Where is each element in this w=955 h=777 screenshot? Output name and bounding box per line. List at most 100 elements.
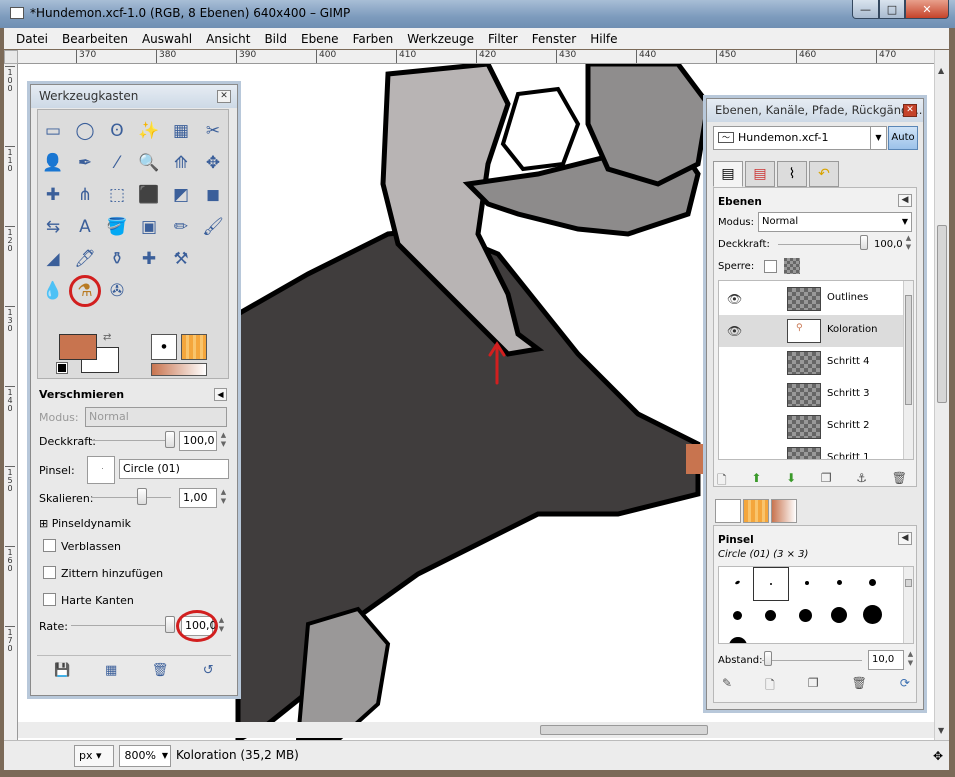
shear-tool-icon[interactable]: ◩ (165, 179, 197, 211)
minimize-button[interactable]: — (852, 0, 879, 19)
brush-item[interactable] (733, 611, 742, 620)
deckkraft-input[interactable]: 100,0 (179, 431, 217, 451)
scale-tool-icon[interactable]: ⬛ (133, 179, 165, 211)
airbrush-tool-icon[interactable]: 🖊 (69, 243, 101, 275)
dodge-burn-tool-icon[interactable]: ✇ (101, 275, 133, 307)
horizontal-scrollbar[interactable] (18, 722, 934, 738)
brush-item[interactable] (837, 580, 842, 585)
brush-grid-scrollbar[interactable] (903, 567, 913, 643)
pinsel-preview-button[interactable]: · (87, 456, 115, 484)
heal-tool-icon[interactable]: ⚒ (165, 243, 197, 275)
scroll-down-icon[interactable]: ▼ (938, 726, 944, 735)
deckkraft-slider[interactable] (165, 431, 175, 448)
menu-filter[interactable]: Filter (488, 32, 518, 46)
brushes-menu-icon[interactable]: ◀ (898, 532, 912, 545)
eraser-tool-icon[interactable]: ◢ (37, 243, 69, 275)
default-colors-icon[interactable] (56, 362, 68, 374)
pencil-tool-icon[interactable]: ✏ (165, 211, 197, 243)
new-layer-icon[interactable]: 🗋 (717, 471, 727, 492)
tab-gradients[interactable] (771, 499, 797, 523)
flip-tool-icon[interactable]: ⇆ (37, 211, 69, 243)
rate-slider[interactable] (165, 616, 175, 633)
zittern-checkbox[interactable] (43, 566, 56, 579)
rotate-tool-icon[interactable]: ⬚ (101, 179, 133, 211)
eye-icon[interactable]: 👁 (727, 324, 742, 338)
align-tool-icon[interactable]: ✚ (37, 179, 69, 211)
brush-item[interactable] (734, 579, 741, 586)
skalieren-track[interactable] (91, 497, 171, 498)
paintbrush-tool-icon[interactable]: 🖌 (197, 211, 229, 243)
vertical-scrollbar[interactable]: ▲ ▼ (934, 50, 949, 740)
ebenen-deckkraft-slider[interactable] (860, 235, 868, 250)
lower-layer-icon[interactable]: ⬇ (786, 471, 796, 492)
close-button[interactable]: ✕ (905, 0, 949, 19)
brush-item[interactable] (765, 610, 776, 621)
menu-auswahl[interactable]: Auswahl (142, 32, 192, 46)
menu-datei[interactable]: Datei (16, 32, 48, 46)
color-select-tool-icon[interactable]: ▦ (165, 115, 197, 147)
new-brush-icon[interactable]: 🗋 (765, 676, 775, 697)
perspective-tool-icon[interactable]: ◼ (197, 179, 229, 211)
menu-fenster[interactable]: Fenster (532, 32, 577, 46)
blur-tool-icon[interactable]: 💧 (37, 275, 69, 307)
menu-ebene[interactable]: Ebene (301, 32, 339, 46)
layer-row-koloration[interactable]: 👁 ⚲ Koloration (719, 315, 905, 347)
skalieren-input[interactable]: 1,00 (179, 488, 217, 508)
brush-item[interactable] (869, 579, 876, 586)
brush-item[interactable] (863, 605, 882, 624)
rate-track[interactable] (71, 625, 171, 626)
duplicate-brush-icon[interactable]: ❐ (808, 676, 819, 697)
horizontal-ruler[interactable]: 370 380 390 400 410 420 430 440 450 460 … (18, 50, 934, 64)
delete-brush-icon[interactable]: 🗑 (852, 676, 867, 697)
tab-brushes[interactable] (715, 499, 741, 523)
ebenen-deckkraft-spinner[interactable]: ▲ ▼ (904, 234, 913, 254)
vertical-ruler[interactable]: 1 0 0 1 1 0 1 2 0 1 3 0 1 4 0 1 5 0 1 6 … (4, 64, 18, 740)
active-gradient-preview[interactable] (151, 363, 207, 376)
active-brush-preview[interactable]: ● (151, 334, 177, 360)
restore-options-icon[interactable]: ▦ (105, 663, 117, 678)
ellipse-select-tool-icon[interactable]: ◯ (69, 115, 101, 147)
tab-channels[interactable]: ▤ (745, 161, 775, 187)
blend-tool-icon[interactable]: ▣ (133, 211, 165, 243)
text-tool-icon[interactable]: A (69, 211, 101, 243)
layer-list[interactable]: 👁 Outlines 👁 ⚲ Koloration Schritt 4 Schr… (718, 280, 914, 460)
skalieren-spinner[interactable]: ▲ ▼ (219, 488, 228, 508)
pinseldynamik-expander[interactable]: ⊞ Pinseldynamik (39, 517, 131, 530)
vertical-scroll-thumb[interactable] (937, 225, 947, 403)
layer-row-schritt-2[interactable]: Schritt 2 (719, 411, 905, 443)
brush-item[interactable] (729, 637, 747, 643)
reset-options-icon[interactable]: ↺ (203, 663, 214, 678)
tab-layers[interactable]: ▤ (713, 161, 743, 187)
brush-item[interactable] (799, 609, 812, 622)
horizontal-scroll-thumb[interactable] (540, 725, 708, 735)
ink-tool-icon[interactable]: ⚱ (101, 243, 133, 275)
layer-list-scrollbar[interactable] (903, 281, 913, 459)
brush-item-selected[interactable] (753, 567, 789, 601)
smudge-tool-icon[interactable]: ⚗ (69, 275, 101, 307)
swap-colors-icon[interactable]: ⇄ (103, 332, 111, 343)
foreground-color-front[interactable] (59, 334, 97, 360)
deckkraft-track[interactable] (91, 440, 171, 441)
brush-item[interactable] (831, 607, 847, 623)
dock-close-icon[interactable]: ✕ (903, 104, 917, 117)
menu-hilfe[interactable]: Hilfe (590, 32, 617, 46)
layer-row-schritt-4[interactable]: Schritt 4 (719, 347, 905, 379)
rate-spinner[interactable]: ▲ ▼ (217, 616, 226, 636)
menu-farben[interactable]: Farben (353, 32, 394, 46)
menu-bearbeiten[interactable]: Bearbeiten (62, 32, 128, 46)
toolbox-close-icon[interactable]: ✕ (217, 90, 231, 103)
delete-layer-icon[interactable]: 🗑 (892, 471, 907, 492)
scroll-up-icon[interactable]: ▲ (938, 66, 944, 75)
anchor-layer-icon[interactable]: ⚓ (856, 471, 867, 492)
save-options-icon[interactable]: 💾 (54, 663, 70, 678)
abstand-spinner[interactable]: ▲ ▼ (906, 650, 915, 670)
ebenen-modus-select[interactable]: Normal ▼ (758, 212, 912, 232)
menu-ansicht[interactable]: Ansicht (206, 32, 250, 46)
refresh-brushes-icon[interactable]: ⟳ (900, 676, 910, 697)
active-pattern-preview[interactable] (181, 334, 207, 360)
lock-alpha-icon[interactable] (784, 258, 800, 274)
delete-options-icon[interactable]: 🗑 (152, 663, 169, 678)
clone-tool-icon[interactable]: ✚ (133, 243, 165, 275)
zoom-tool-icon[interactable]: 🔍 (133, 147, 165, 179)
free-select-tool-icon[interactable]: ʘ (101, 115, 133, 147)
